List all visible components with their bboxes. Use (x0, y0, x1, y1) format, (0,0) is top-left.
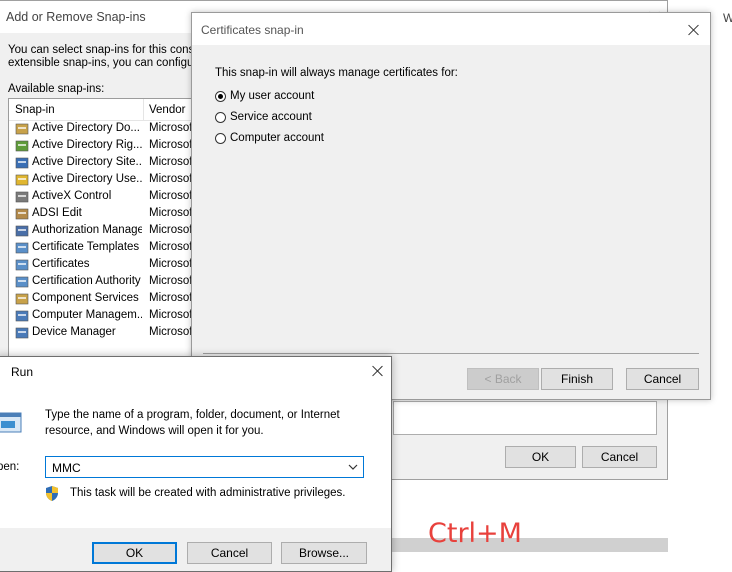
list-item[interactable]: Certificates Microsoft (9, 257, 197, 274)
list-item[interactable]: Computer Managem... Microsoft (9, 308, 197, 325)
run-title-bar (0, 357, 391, 385)
snapin-vendor: Microsoft (149, 326, 196, 338)
computer-icon (15, 309, 29, 323)
snapin-name: Certification Authority (32, 275, 141, 287)
available-snapins-label: Available snap-ins: (8, 83, 105, 95)
radio-button[interactable] (215, 112, 226, 123)
directory-icon (15, 122, 29, 136)
list-item[interactable]: ADSI Edit Microsoft (9, 206, 197, 223)
list-item[interactable]: Certificate Templates Microsoft (9, 240, 197, 257)
admin-note: This task will be created with administr… (70, 487, 346, 499)
back-button[interactable]: < Back (467, 368, 539, 390)
shield-icon (46, 486, 58, 501)
snapin-vendor: Microsoft (149, 309, 196, 321)
directory-icon (15, 156, 29, 170)
snapin-name: Active Directory Do... (32, 122, 140, 134)
bg-cancel-button[interactable]: Cancel (582, 446, 657, 468)
column-divider[interactable] (143, 99, 144, 120)
run-cancel-button[interactable]: Cancel (187, 542, 272, 564)
finish-button[interactable]: Finish (541, 368, 613, 390)
activex-icon (15, 190, 29, 204)
snapin-vendor: Microsoft (149, 190, 196, 202)
snapin-name: Active Directory Site... (32, 156, 142, 168)
cancel-button[interactable]: Cancel (626, 368, 699, 390)
window-title: Add or Remove Snap-ins (6, 10, 146, 24)
bg-ok-button[interactable]: OK (505, 446, 576, 468)
list-header: Snap-in Vendor (9, 99, 197, 121)
dialog-prompt: This snap-in will always manage certific… (215, 67, 458, 79)
close-icon[interactable] (370, 363, 386, 379)
snapin-name: Active Directory Rig... (32, 139, 142, 151)
intro-text-line1: You can select snap-ins for this console (8, 44, 210, 56)
snapin-name: Authorization Manager (32, 224, 142, 236)
snapin-vendor: Microsoft (149, 292, 196, 304)
list-item[interactable]: Component Services Microsoft (9, 291, 197, 308)
snapin-name: Certificate Templates (32, 241, 140, 253)
option-label: Service account (230, 111, 312, 123)
keyboard-shortcut-annotation: Ctrl+M (428, 518, 522, 549)
option-service-account[interactable]: Service account (215, 110, 365, 126)
edge-letter: W (723, 11, 732, 25)
run-description: Type the name of a program, folder, docu… (45, 409, 340, 437)
option-computer-account[interactable]: Computer account (215, 131, 365, 147)
snapin-vendor: Microsoft (149, 241, 196, 253)
column-header-vendor[interactable]: Vendor (149, 104, 185, 116)
snapins-list[interactable]: Snap-in Vendor Active Directory Do... Mic… (8, 98, 198, 362)
list-item[interactable]: Device Manager Microsoft (9, 325, 197, 342)
open-label: pen: (0, 461, 20, 473)
option-my-user-account[interactable]: My user account (215, 89, 365, 105)
radio-button[interactable] (215, 133, 226, 144)
snapin-vendor: Microsoft (149, 139, 196, 151)
run-dialog: Run Type the name of a program, folder, … (0, 356, 392, 572)
snapin-vendor: Microsoft (149, 207, 196, 219)
certificates-snapin-dialog: Certificates snap-in This snap-in will a… (191, 12, 711, 400)
run-ok-button[interactable]: OK (92, 542, 177, 564)
certificate-icon (15, 258, 29, 272)
snapin-name: ActiveX Control (32, 190, 112, 202)
snapin-name: Component Services (32, 292, 139, 304)
snapin-vendor: Microsoft (149, 224, 196, 236)
list-item[interactable]: Active Directory Site... Microsoft (9, 155, 197, 172)
component-icon (15, 292, 29, 306)
snapin-name: Certificates (32, 258, 90, 270)
open-combobox[interactable]: MMC (45, 456, 364, 478)
intro-text-line2: extensible snap-ins, you can configure (8, 57, 204, 69)
authorization-icon (15, 224, 29, 238)
snapin-name: Active Directory Use... (32, 173, 142, 185)
snapin-vendor: Microsoft (149, 275, 196, 287)
list-item[interactable]: Active Directory Do... Microsoft (9, 121, 197, 138)
browse-button[interactable]: Browse... (281, 542, 367, 564)
snapin-name: Computer Managem... (32, 309, 142, 321)
snapin-vendor: Microsoft (149, 156, 196, 168)
list-item[interactable]: Certification Authority Microsoft (9, 274, 197, 291)
certificate-icon (15, 241, 29, 255)
list-item[interactable]: ActiveX Control Microsoft (9, 189, 197, 206)
option-label: Computer account (230, 132, 324, 144)
separator (203, 353, 699, 354)
snapin-vendor: Microsoft (149, 258, 196, 270)
directory-icon (15, 139, 29, 153)
run-title: Run (11, 365, 34, 379)
list-item[interactable]: Active Directory Use... Microsoft (9, 172, 197, 189)
description-box (393, 401, 657, 435)
radio-button-selected[interactable] (215, 91, 226, 102)
certificate-icon (15, 275, 29, 289)
snapin-name: Device Manager (32, 326, 116, 338)
list-item[interactable]: Active Directory Rig... Microsoft (9, 138, 197, 155)
edit-icon (15, 207, 29, 221)
run-icon (0, 412, 22, 433)
dialog-title: Certificates snap-in (201, 23, 304, 37)
option-label: My user account (230, 90, 315, 102)
list-item[interactable]: Authorization Manager Microsoft (9, 223, 197, 240)
column-header-snapin[interactable]: Snap-in (15, 104, 55, 116)
snapin-vendor: Microsoft (149, 173, 196, 185)
close-icon[interactable] (686, 22, 702, 38)
snapin-vendor: Microsoft (149, 122, 196, 134)
device-icon (15, 326, 29, 340)
chevron-down-icon[interactable] (348, 464, 358, 471)
directory-icon (15, 173, 29, 187)
snapin-name: ADSI Edit (32, 207, 82, 219)
open-input[interactable]: MMC (52, 461, 81, 475)
